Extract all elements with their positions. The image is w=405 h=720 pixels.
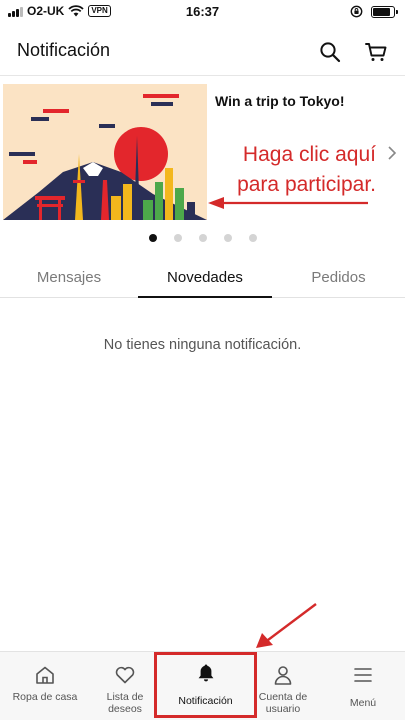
banner-title: Win a trip to Tokyo! <box>215 93 345 109</box>
carousel-dot[interactable] <box>173 234 182 242</box>
user-icon <box>274 666 292 685</box>
active-tab-indicator <box>138 296 272 298</box>
bell-icon <box>198 664 213 682</box>
home-icon <box>36 666 54 684</box>
menu-icon <box>354 668 372 682</box>
chevron-right-icon[interactable] <box>386 145 398 161</box>
nav-item-menu[interactable]: Menú <box>324 652 402 720</box>
tab-mensajes[interactable]: Mensajes <box>0 256 138 298</box>
nav-label: Ropa de casa <box>12 691 78 703</box>
promo-banner[interactable]: Win a trip to Tokyo! Haga clic aquí para… <box>0 84 405 224</box>
status-right <box>350 5 398 18</box>
carousel-dot[interactable] <box>223 234 232 242</box>
cart-icon[interactable] <box>364 40 388 64</box>
tokyo-illustration <box>3 84 207 220</box>
page-title: Notificación <box>17 40 111 60</box>
heart-icon <box>115 666 135 684</box>
tab-pedidos[interactable]: Pedidos <box>272 256 405 298</box>
annotation-arrow-left <box>208 197 368 209</box>
orientation-lock-icon <box>350 5 363 18</box>
battery-icon <box>371 5 398 18</box>
nav-label: Cuenta de usuario <box>258 691 308 715</box>
carousel-dots[interactable] <box>0 234 405 242</box>
app-header: Notificación <box>0 28 405 76</box>
nav-item-account[interactable]: Cuenta de usuario <box>252 652 314 720</box>
search-icon[interactable] <box>318 40 342 64</box>
empty-state-message: No tienes ninguna notificación. <box>103 337 302 353</box>
notification-tabs: Mensajes Novedades Pedidos <box>0 256 405 298</box>
tab-novedades[interactable]: Novedades <box>138 256 272 298</box>
nav-item-wishlist[interactable]: Lista de deseos <box>90 652 160 720</box>
carousel-dot[interactable] <box>148 234 157 242</box>
nav-label: Lista de deseos <box>106 691 144 715</box>
nav-item-home[interactable]: Ropa de casa <box>0 652 90 720</box>
status-bar: O2-UK VPN 16:37 <box>0 0 405 24</box>
status-time: 16:37 <box>185 4 220 19</box>
carousel-dot[interactable] <box>248 234 257 242</box>
nav-label: Menú <box>349 697 377 709</box>
nav-item-notifications[interactable]: Notificación <box>157 652 254 720</box>
annotation-arrow-down-left <box>256 603 317 648</box>
bottom-nav: Ropa de casa Lista de deseos Notificació… <box>0 651 405 720</box>
banner-cta-annotation: Haga clic aquí para participar. <box>237 143 376 196</box>
carousel-dot[interactable] <box>198 234 207 242</box>
nav-label: Notificación <box>178 695 233 707</box>
